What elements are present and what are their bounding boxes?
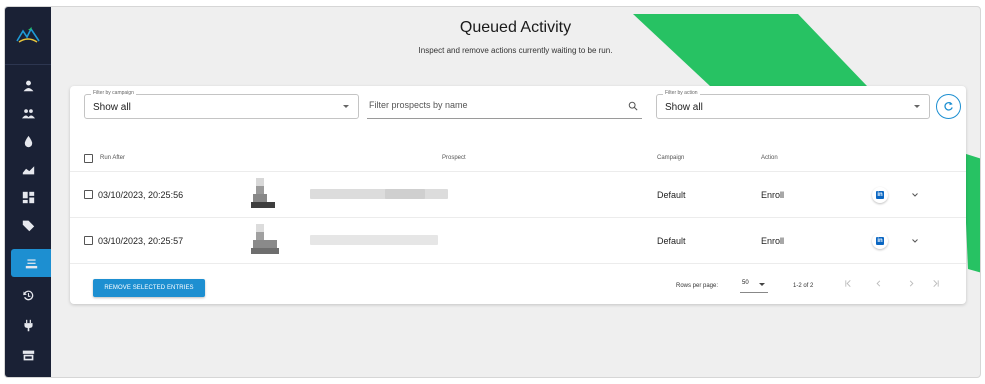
prospect-name-redacted[interactable] (310, 189, 448, 199)
sidebar-item-history[interactable] (5, 281, 51, 309)
queue-icon (25, 258, 37, 268)
table-row: 03/10/2023, 20:25:57 Default Enroll in (70, 217, 966, 263)
rows-per-page-label: Rows per page: (676, 283, 719, 289)
page-subtitle: Inspect and remove actions currently wai… (418, 46, 613, 55)
sidebar-item-analytics[interactable] (5, 155, 51, 183)
prospect-name-redacted-segment (385, 189, 425, 199)
sidebar-item-tags[interactable] (5, 211, 51, 239)
last-page-icon (932, 279, 939, 287)
column-header-action[interactable]: Action (761, 155, 778, 161)
app-window: Queued Activity Inspect and remove actio… (4, 6, 981, 378)
group-icon (21, 108, 35, 118)
queue-card: Filter by campaign Show all Filter by ac… (70, 86, 966, 304)
row-checkbox[interactable] (84, 190, 93, 199)
chevron-down-icon[interactable] (911, 237, 919, 245)
avatar (251, 224, 281, 256)
table-divider (70, 263, 966, 264)
action-cell: Enroll (761, 236, 785, 246)
sidebar-item-dashboard[interactable] (5, 183, 51, 211)
tag-icon (22, 220, 34, 231)
person-icon (23, 80, 33, 91)
history-icon (22, 290, 33, 300)
page-title: Queued Activity (459, 19, 572, 36)
sidebar-divider (5, 64, 51, 65)
search-icon[interactable] (628, 101, 638, 111)
action-filter-select[interactable]: Filter by action Show all (656, 90, 930, 119)
next-page-button[interactable] (903, 275, 919, 291)
sidebar-item-prospects[interactable] (5, 99, 51, 127)
dashboard-icon (22, 191, 34, 203)
avatar (251, 178, 281, 210)
sidebar-item-drip[interactable] (5, 127, 51, 155)
plug-icon (23, 319, 33, 331)
column-header-prospect[interactable]: Prospect (442, 155, 466, 161)
pagination-range: 1-2 of 2 (793, 283, 814, 289)
run-after-cell: 03/10/2023, 20:25:57 (98, 236, 184, 246)
action-cell: Enroll (761, 190, 785, 200)
campaign-filter-label: Filter by campaign (91, 90, 136, 96)
table-header: Run After Prospect Campaign Action (70, 148, 966, 168)
column-header-campaign[interactable]: Campaign (657, 155, 684, 161)
previous-page-button[interactable] (870, 275, 886, 291)
rows-per-page-value: 50 (742, 280, 749, 286)
sidebar-item-store[interactable] (5, 341, 51, 369)
area-chart-icon (22, 165, 34, 174)
prospect-name-redacted[interactable] (310, 235, 438, 245)
campaign-cell: Default (657, 236, 686, 246)
linkedin-button[interactable]: in (872, 187, 888, 203)
refresh-button[interactable] (936, 94, 961, 119)
chevron-left-icon (876, 279, 880, 287)
sidebar (5, 7, 51, 377)
storefront-icon (22, 350, 34, 360)
last-page-button[interactable] (927, 275, 943, 291)
chevron-right-icon (909, 279, 913, 287)
logo-icon (16, 27, 40, 43)
linkedin-icon: in (876, 191, 884, 199)
prospect-name-filter (367, 98, 642, 119)
sidebar-item-profile[interactable] (5, 71, 51, 99)
campaign-filter-select[interactable]: Filter by campaign Show all (84, 90, 359, 119)
prospect-name-input[interactable] (369, 100, 609, 110)
linkedin-button[interactable]: in (872, 233, 888, 249)
action-filter-label: Filter by action (663, 90, 700, 96)
page-header: Queued Activity Inspect and remove actio… (51, 7, 980, 77)
water-drop-icon (24, 135, 32, 147)
campaign-cell: Default (657, 190, 686, 200)
linkedin-icon: in (876, 237, 884, 245)
table-row: 03/10/2023, 20:25:56 Default Enroll in (70, 171, 966, 217)
first-page-icon (844, 279, 851, 287)
sidebar-item-integrations[interactable] (5, 311, 51, 339)
column-header-run-after[interactable]: Run After (100, 155, 125, 161)
select-all-checkbox[interactable] (84, 154, 93, 163)
chevron-down-icon (759, 283, 765, 286)
action-filter-value: Show all (665, 102, 703, 113)
chevron-down-icon (343, 105, 349, 108)
sidebar-item-queue[interactable] (11, 249, 51, 277)
campaign-filter-value: Show all (93, 102, 131, 113)
run-after-cell: 03/10/2023, 20:25:56 (98, 190, 184, 200)
remove-selected-button[interactable]: REMOVE SELECTED ENTRIES (93, 279, 205, 297)
first-page-button[interactable] (840, 275, 856, 291)
chevron-down-icon (914, 105, 920, 108)
rows-per-page-select[interactable]: 50 (740, 276, 768, 293)
chevron-down-icon[interactable] (911, 191, 919, 199)
refresh-icon (944, 101, 953, 111)
row-checkbox[interactable] (84, 236, 93, 245)
